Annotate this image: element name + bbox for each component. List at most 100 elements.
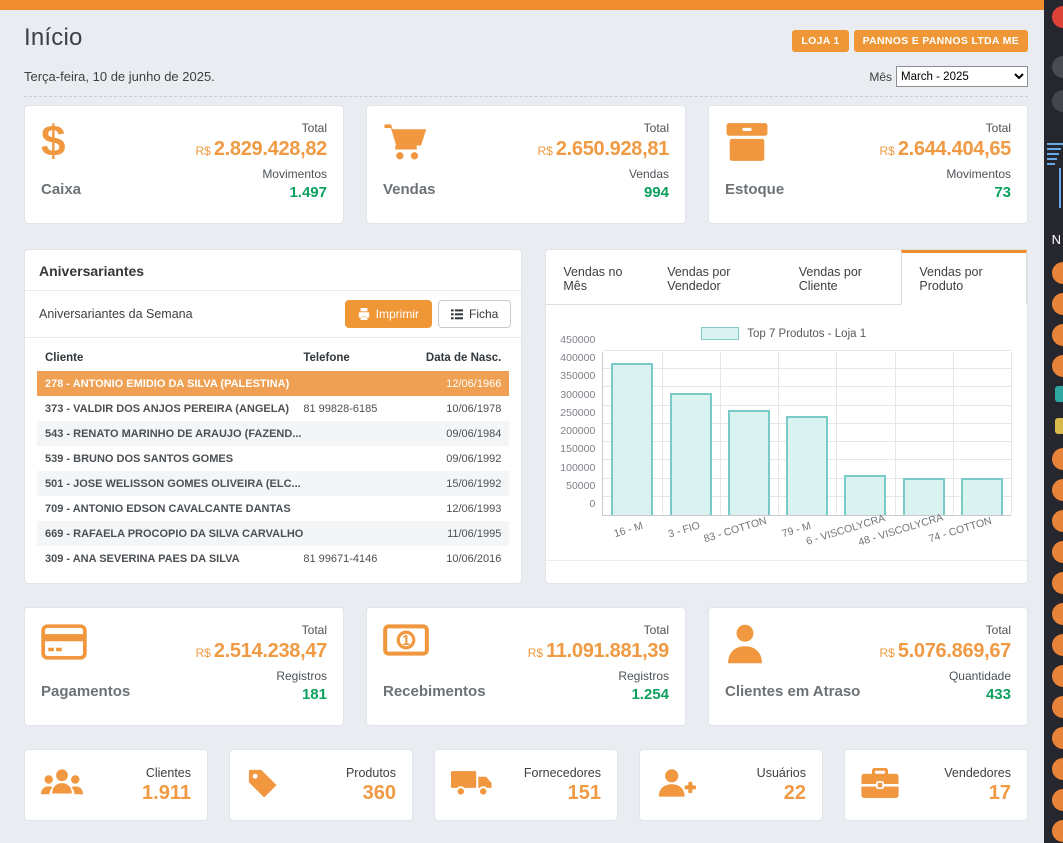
birthdays-panel: Aniversariantes Aniversariantes da Seman… [24, 249, 522, 584]
count-label: Movimentos [195, 167, 327, 181]
list-icon [451, 309, 463, 320]
card-pagamentos: Pagamentos Total R$2.514.238,47 Registro… [24, 607, 344, 726]
current-date: Terça-feira, 10 de junho de 2025. [24, 69, 215, 84]
app-sliver-icon [1052, 665, 1063, 687]
month-select[interactable]: March - 2025 [896, 66, 1028, 87]
credit-card-icon [41, 623, 130, 671]
count-value: 433 [879, 686, 1011, 703]
mini-value: 22 [757, 782, 806, 805]
bar-16-m [611, 363, 653, 515]
card-label: Recebimentos [383, 683, 486, 700]
card-fornecedores: Fornecedores 151 [434, 749, 618, 821]
app-sliver-icon [1055, 386, 1063, 402]
tab-vendas-por-vendedor[interactable]: Vendas por Vendedor [650, 250, 782, 304]
count-value: 73 [879, 184, 1011, 201]
store-badges: LOJA 1 PANNOS E PANNOS LTDA ME [792, 30, 1028, 52]
table-row[interactable]: 709 - ANTONIO EDSON CAVALCANTE DANTAS12/… [37, 496, 509, 521]
date-row: Terça-feira, 10 de junho de 2025. Mês Ma… [24, 66, 1028, 97]
briefcase-icon [861, 768, 899, 803]
total-label: Total [195, 623, 327, 637]
table-row[interactable]: 278 - ANTONIO EMIDIO DA SILVA (PALESTINA… [37, 371, 509, 396]
count-value: 994 [537, 184, 669, 201]
card-label: Vendas [383, 181, 436, 198]
card-label: Estoque [725, 181, 784, 198]
app-sliver-icon [1052, 324, 1063, 346]
tab-vendas-no-m-s[interactable]: Vendas no Mês [546, 250, 650, 304]
table-row[interactable]: 501 - JOSE WELISSON GOMES OLIVEIRA (ELC.… [37, 471, 509, 496]
mini-label: Usuários [757, 766, 806, 780]
chart-x-axis: 16 - M3 - FIO83 - COTTON79 - M6 - VISCOL… [602, 516, 995, 556]
bar-74-cotton [961, 478, 1003, 515]
app-sliver-icon [1052, 541, 1063, 563]
birthdays-table-body: 278 - ANTONIO EMIDIO DA SILVA (PALESTINA… [37, 371, 509, 571]
mini-value: 360 [346, 782, 396, 805]
table-row[interactable]: 373 - VALDIR DOS ANJOS PEREIRA (ANGELA)8… [37, 396, 509, 421]
mini-label: Produtos [346, 766, 396, 780]
y-tick-label: 450000 [560, 334, 595, 346]
y-tick-label: 300000 [560, 389, 595, 401]
tab-vendas-por-produto[interactable]: Vendas por Produto [901, 250, 1027, 305]
table-header: Cliente Telefone Data de Nasc. [37, 352, 509, 371]
y-tick-label: 0 [589, 498, 595, 510]
count-label: Registros [195, 669, 327, 683]
count-label: Quantidade [879, 669, 1011, 683]
total-label: Total [195, 121, 327, 135]
table-row[interactable]: 543 - RENATO MARINHO DE ARAUJO (FAZEND..… [37, 421, 509, 446]
store-badge[interactable]: LOJA 1 [792, 30, 848, 52]
app-sliver-icon [1052, 758, 1063, 780]
bar-83-cotton [728, 410, 770, 515]
app-sliver-icon [1052, 262, 1063, 284]
printer-icon [358, 308, 370, 320]
count-value: 181 [195, 686, 327, 703]
count-label: Movimentos [879, 167, 1011, 181]
top-accent-bar [0, 0, 1044, 10]
ficha-button[interactable]: Ficha [438, 300, 511, 328]
count-value: 1.254 [528, 686, 669, 703]
total-amount: R$2.514.238,47 [195, 640, 327, 663]
mini-value: 1.911 [142, 782, 191, 805]
bar-3-fio [670, 393, 712, 515]
sales-chart-panel: Vendas no MêsVendas por VendedorVendas p… [545, 249, 1028, 584]
app-sliver-icon [1052, 696, 1063, 718]
card-caixa: $ Caixa Total R$2.829.428,82 Movimentos … [24, 105, 344, 224]
print-button[interactable]: Imprimir [345, 300, 432, 328]
app-sliver-icon [1052, 510, 1063, 532]
count-label: Registros [528, 669, 669, 683]
total-label: Total [537, 121, 669, 135]
chart-legend: Top 7 Produtos - Loja 1 [556, 327, 1011, 340]
table-row[interactable]: 669 - RAFAELA PROCOPIO DA SILVA CARVALHO… [37, 521, 509, 546]
total-amount: R$5.076.869,67 [879, 640, 1011, 663]
page-title: Início [24, 24, 83, 52]
app-sliver-icon [1052, 6, 1063, 28]
card-vendas: Vendas Total R$2.650.928,81 Vendas 994 [366, 105, 686, 224]
app-sliver-icon [1052, 479, 1063, 501]
svg-text:1: 1 [402, 633, 410, 649]
chart-footer [546, 560, 1027, 575]
card-label: Pagamentos [41, 683, 130, 700]
y-tick-label: 400000 [560, 352, 595, 364]
card-vendedores: Vendedores 17 [844, 749, 1028, 821]
app-sliver-icon [1052, 90, 1063, 112]
total-amount: R$2.650.928,81 [537, 138, 669, 161]
cart-icon [383, 121, 436, 169]
app-sliver-icon [1052, 603, 1063, 625]
card-label: Clientes em Atraso [725, 683, 860, 700]
kpi-row-2: Pagamentos Total R$2.514.238,47 Registro… [24, 607, 1028, 726]
tab-vendas-por-cliente[interactable]: Vendas por Cliente [782, 250, 902, 304]
mini-label: Fornecedores [524, 766, 601, 780]
table-row[interactable]: 309 - ANA SEVERINA PAES DA SILVA81 99671… [37, 546, 509, 571]
table-row[interactable]: 539 - BRUNO DOS SANTOS GOMES09/06/1992 [37, 446, 509, 471]
company-badge[interactable]: PANNOS E PANNOS LTDA ME [854, 30, 1028, 52]
card-clientes: Clientes 1.911 [24, 749, 208, 821]
legend-label: Top 7 Produtos - Loja 1 [747, 328, 866, 340]
sales-tabs: Vendas no MêsVendas por VendedorVendas p… [546, 250, 1027, 305]
month-label: Mês [869, 70, 892, 84]
chart-plot-area [602, 352, 1011, 516]
app-sliver-icon [1052, 56, 1063, 78]
x-tick-label: 83 - COTTON [703, 515, 769, 546]
app-sliver-icon [1052, 789, 1063, 811]
bar-79-m [786, 416, 828, 515]
total-label: Total [879, 121, 1011, 135]
bar-48-viscolycra [903, 478, 945, 515]
y-tick-label: 250000 [560, 407, 595, 419]
